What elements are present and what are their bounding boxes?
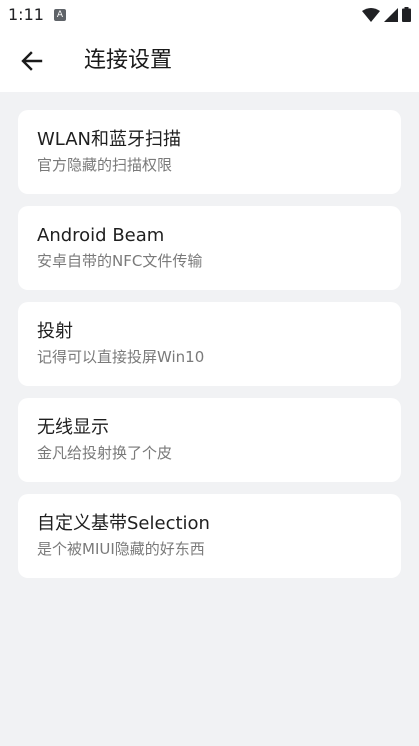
setting-item-wireless-display[interactable]: 无线显示 金凡给投射换了个皮 bbox=[18, 398, 401, 482]
setting-item-title: 无线显示 bbox=[37, 417, 109, 438]
status-icons bbox=[362, 7, 411, 22]
setting-item-title: 投射 bbox=[37, 321, 73, 342]
back-button[interactable] bbox=[14, 43, 50, 79]
setting-item-subtitle: 官方隐藏的扫描权限 bbox=[37, 156, 173, 174]
signal-icon bbox=[384, 7, 398, 22]
setting-item-title: 自定义基带Selection bbox=[37, 513, 210, 534]
back-arrow-icon bbox=[21, 51, 43, 71]
setting-item-title: WLAN和蓝牙扫描 bbox=[37, 129, 182, 150]
screen: 1:11 A 连接设置 WLAN和蓝牙扫描 官方隐藏的扫描权限 Android … bbox=[0, 0, 419, 746]
setting-item-subtitle: 安卓自带的NFC文件传输 bbox=[37, 252, 203, 270]
wifi-icon bbox=[362, 7, 380, 22]
page-title: 连接设置 bbox=[84, 48, 173, 73]
setting-item-title: Android Beam bbox=[37, 225, 165, 246]
setting-item-subtitle: 记得可以直接投屏Win10 bbox=[37, 348, 205, 366]
app-bar: 连接设置 bbox=[0, 30, 419, 92]
settings-list: WLAN和蓝牙扫描 官方隐藏的扫描权限 Android Beam 安卓自带的NF… bbox=[0, 92, 419, 590]
setting-item-wlan-bluetooth-scan[interactable]: WLAN和蓝牙扫描 官方隐藏的扫描权限 bbox=[18, 110, 401, 194]
setting-item-android-beam[interactable]: Android Beam 安卓自带的NFC文件传输 bbox=[18, 206, 401, 290]
battery-icon bbox=[402, 7, 411, 22]
status-time: 1:11 bbox=[8, 5, 44, 24]
setting-item-subtitle: 是个被MIUI隐藏的好东西 bbox=[37, 540, 205, 558]
a-notification-icon: A bbox=[54, 9, 66, 21]
status-bar: 1:11 A bbox=[0, 0, 419, 30]
setting-item-subtitle: 金凡给投射换了个皮 bbox=[37, 444, 173, 462]
setting-item-custom-baseband[interactable]: 自定义基带Selection 是个被MIUI隐藏的好东西 bbox=[18, 494, 401, 578]
setting-item-cast[interactable]: 投射 记得可以直接投屏Win10 bbox=[18, 302, 401, 386]
